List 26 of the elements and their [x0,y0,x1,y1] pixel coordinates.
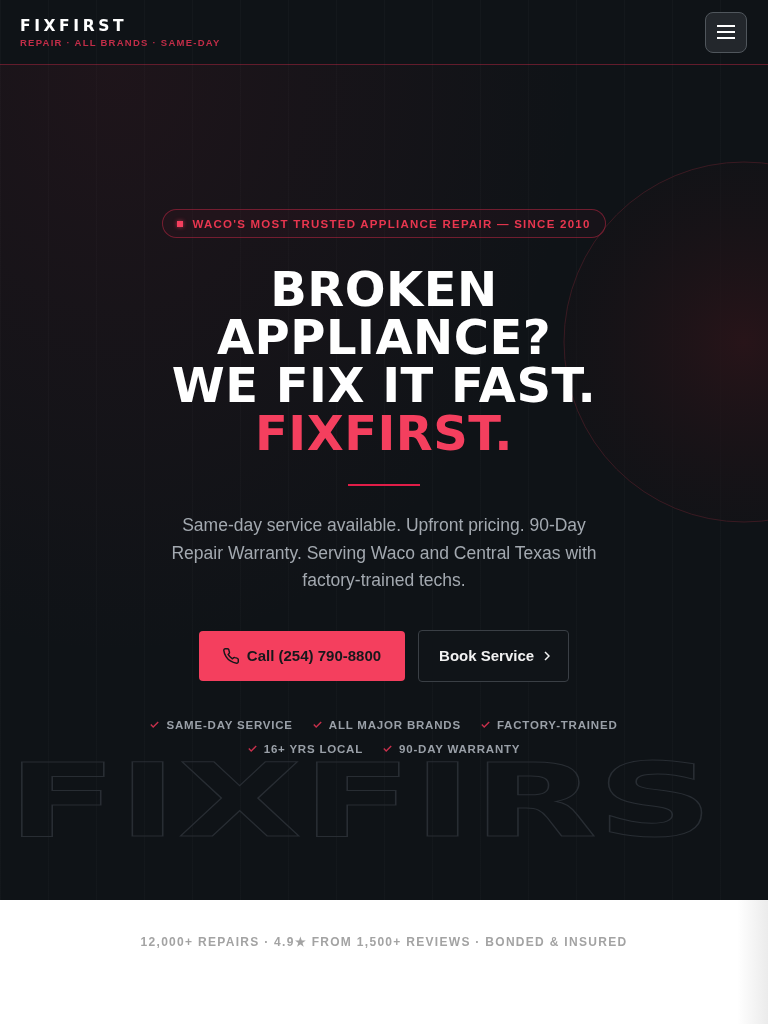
logo-text[interactable]: FIXFIRST [20,17,128,35]
hero-description: Same-day service available. Upfront pricing. 90-Day Repair Warranty. Serving Waco and Central Texas with factory-trained techs. [170,514,598,592]
badge-text: WACO'S MOST TRUSTED APPLIANCE REPAIR — SINCE 2010 [192,216,591,231]
logo-tagline: REPAIR · ALL BRANDS · SAME-DAY [20,36,221,49]
check-icon [480,721,490,728]
feature-label: FACTORY-TRAINED [496,717,618,733]
check-icon [383,745,393,752]
menu-button[interactable] [705,11,747,53]
feature-label: ALL MAJOR BRANDS [328,717,461,733]
feature-label: 90-DAY WARRANTY [399,741,521,757]
headline-line: BROKEN [269,265,499,313]
book-service-button[interactable]: Book Service [418,629,570,682]
check-icon [312,721,322,728]
headline-line: WE FIX IT FAST. [171,361,597,409]
chevron-right-icon [544,650,551,661]
square-bullet-icon [177,220,184,227]
check-icon [150,721,160,728]
feature-label: 16+ YRS LOCAL [263,741,364,757]
check-icon [247,745,257,752]
phone-icon [222,647,239,664]
menu-icon [717,25,735,39]
stats-text: 12,000+ REPAIRS · 4.9★ FROM 1,500+ REVIEWS · BONDED & INSURED [140,934,628,950]
call-button[interactable]: Call (254) 790-8800 [198,630,406,681]
headline-line: FIXFIRST. [254,409,514,457]
feature-label: SAME-DAY SERVICE [166,717,293,733]
headline-line: APPLIANCE? [215,313,553,361]
